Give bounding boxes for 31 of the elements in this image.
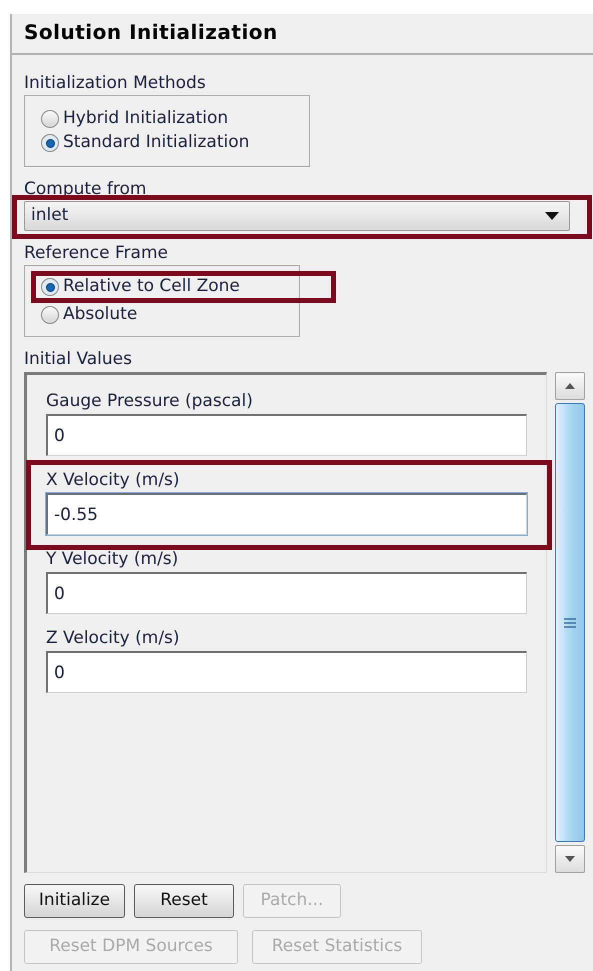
scroll-up-button[interactable] xyxy=(555,372,585,400)
panel-title: Solution Initialization xyxy=(24,20,278,44)
caret-icon xyxy=(545,212,559,220)
button[interactable]: Reset xyxy=(134,884,234,918)
section-label: Initial Values xyxy=(24,349,132,369)
grip-icon xyxy=(564,618,576,628)
field-label: Gauge Pressure (pascal) xyxy=(46,390,254,413)
input-field[interactable]: 0 xyxy=(46,651,527,693)
radio-label[interactable]: Standard Initialization xyxy=(63,130,250,156)
scroll-down-button[interactable] xyxy=(555,845,585,873)
field-label: Z Velocity (m/s) xyxy=(46,627,181,650)
field-label: Y Velocity (m/s) xyxy=(46,548,180,571)
section-label: Compute from xyxy=(24,179,146,199)
arrow-up-icon xyxy=(565,383,575,389)
field-label: X Velocity (m/s) xyxy=(46,469,181,492)
input-field[interactable]: 0 xyxy=(46,414,527,456)
dropdown[interactable]: inlet xyxy=(24,201,570,231)
radio-label[interactable]: Absolute xyxy=(63,302,138,328)
radio-label[interactable]: Relative to Cell Zone xyxy=(63,274,240,300)
radio-button[interactable] xyxy=(41,110,59,128)
input-field[interactable]: -0.55 xyxy=(46,493,527,535)
input-field[interactable]: 0 xyxy=(46,572,527,614)
radio-button[interactable] xyxy=(41,306,59,324)
radio-button[interactable] xyxy=(41,134,59,152)
section-label: Reference Frame xyxy=(24,243,168,263)
button[interactable]: Initialize xyxy=(24,884,125,918)
section-label: Initialization Methods xyxy=(24,73,206,93)
radio-button[interactable] xyxy=(41,278,59,296)
radio-label[interactable]: Hybrid Initialization xyxy=(63,106,228,132)
scroll-thumb[interactable] xyxy=(555,403,585,842)
arrow-down-icon xyxy=(565,856,575,862)
